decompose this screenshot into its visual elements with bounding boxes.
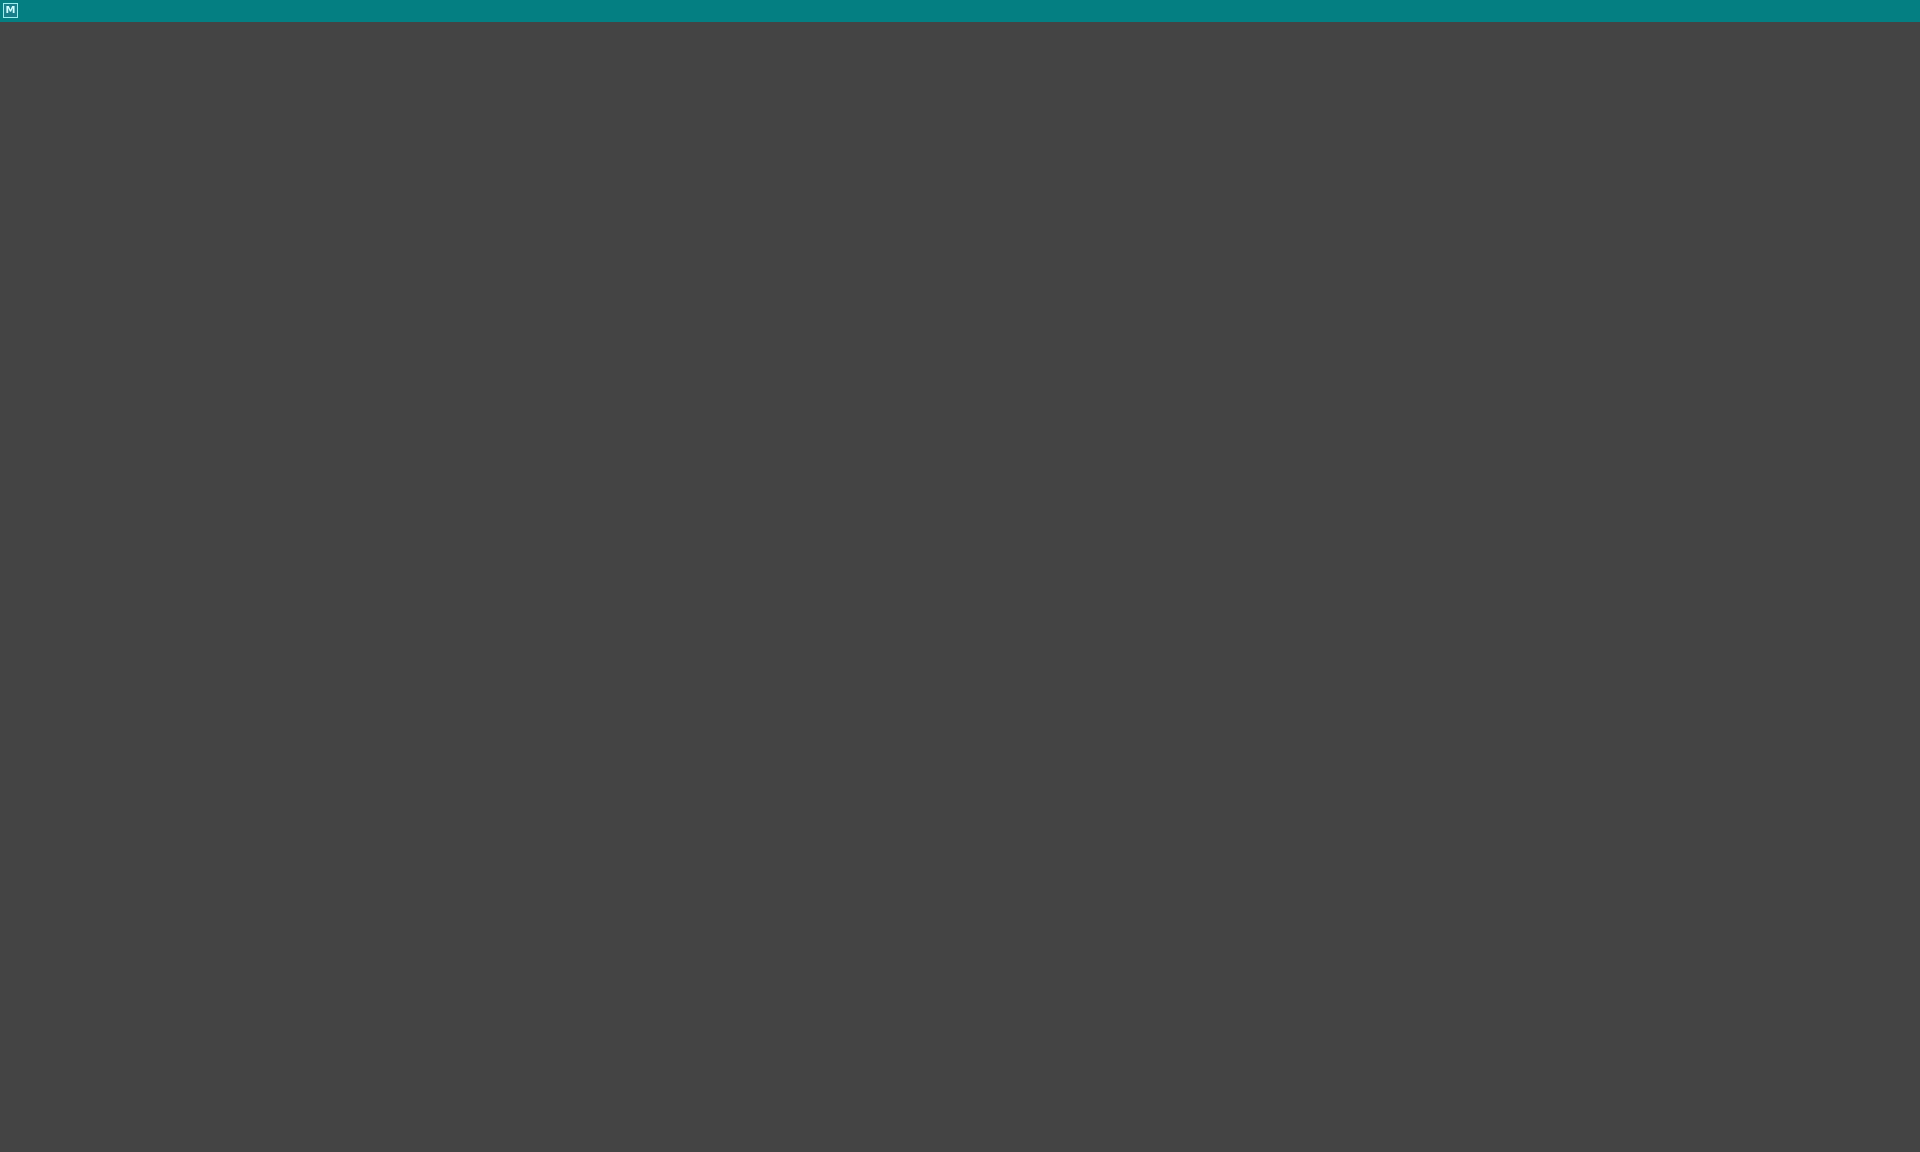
title-bar: M [0, 0, 1920, 22]
minimize-button[interactable] [1824, 0, 1870, 22]
maya-logo-icon: M [3, 3, 18, 18]
